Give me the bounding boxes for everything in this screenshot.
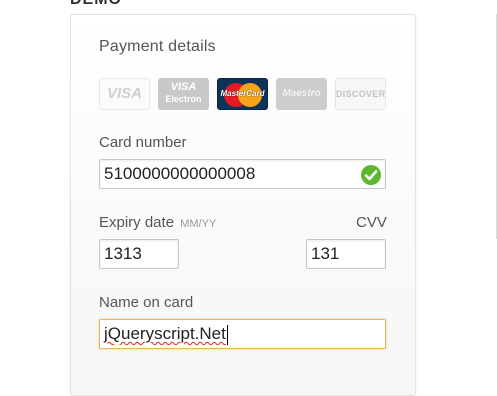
panel-title: Payment details (99, 38, 216, 55)
expiry-format-hint: MM/YY (180, 218, 217, 230)
expiry-date-label: Expiry date MM/YY (99, 214, 216, 231)
name-on-card-input[interactable]: jQueryscript.Net (99, 319, 386, 349)
text-caret (226, 324, 228, 345)
visa-logo: VISA (99, 78, 150, 110)
card-number-label: Card number (99, 134, 187, 151)
check-circle-icon (361, 165, 381, 185)
expiry-date-value: 1313 (104, 244, 142, 263)
card-number-value: 5100000000000008 (104, 164, 256, 183)
discover-logo: DISCOVER (335, 78, 386, 110)
visa-electron-logo-subtext: Electron (165, 94, 202, 104)
expiry-date-input[interactable]: 1313 (99, 239, 179, 269)
maestro-logo-text: Maestro (282, 88, 321, 99)
discover-logo-text: DISCOVER (336, 89, 386, 99)
demo-heading: DEMO (70, 0, 122, 9)
maestro-logo: Maestro (276, 78, 327, 110)
cvv-input[interactable]: 131 (306, 239, 386, 269)
cvv-value: 131 (311, 244, 340, 263)
mastercard-logo-text: MasterCard (220, 89, 265, 98)
visa-electron-logo: VISA Electron (158, 78, 209, 110)
expiry-date-label-text: Expiry date (99, 214, 175, 231)
payment-details-panel: Payment details VISA VISA Electron Maste… (70, 14, 416, 396)
cvv-label: CVV (356, 214, 387, 231)
card-number-input[interactable]: 5100000000000008 (99, 159, 386, 189)
mastercard-logo: MasterCard (217, 78, 268, 110)
visa-electron-logo-text: VISA (170, 81, 197, 93)
visa-logo-text: VISA (106, 85, 142, 102)
name-on-card-label: Name on card (99, 294, 194, 311)
name-on-card-value: jQueryscript.Net (104, 324, 226, 343)
